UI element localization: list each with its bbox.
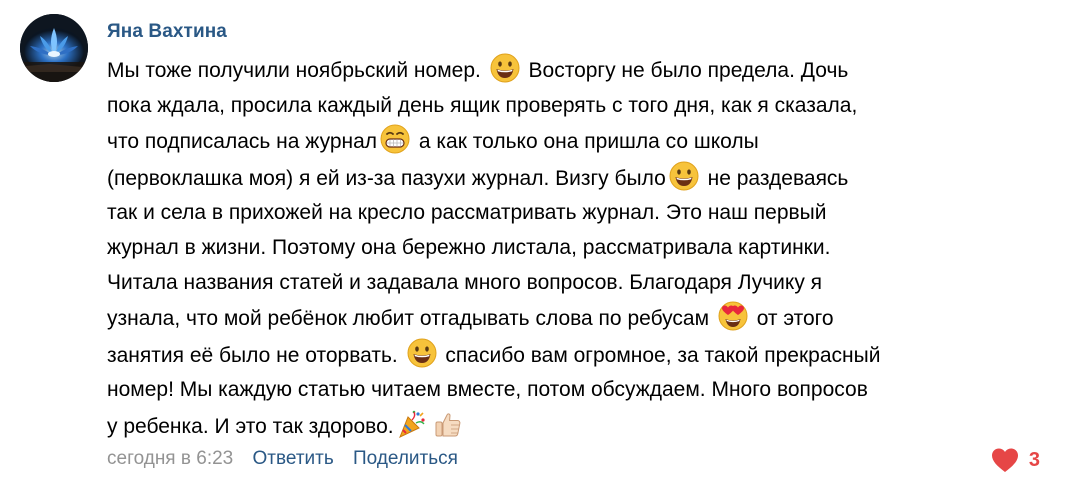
comment-text-segment: так и села в прихожей на кресло рассматр… xyxy=(107,201,827,225)
grinning-face-emoji xyxy=(406,337,438,369)
comment-text-segment: спасибо вам огромное, за такой прекрасны… xyxy=(439,343,881,367)
grinning-face-emoji xyxy=(489,52,521,84)
comment-text-line: так и села в прихожей на кресло рассматр… xyxy=(107,196,1052,231)
comment-text-segment: от этого xyxy=(750,307,834,331)
party-popper-emoji xyxy=(396,408,428,440)
comment-text-line: Читала названия статей и задавала много … xyxy=(107,266,1052,301)
comment-text-line: узнала, что мой ребёнок любит отгадывать… xyxy=(107,300,1052,337)
lotus-avatar-image xyxy=(20,14,88,82)
grinning-face-emoji xyxy=(668,160,700,192)
like-button[interactable]: 3 xyxy=(991,447,1040,473)
comment-text-line: занятия её было не оторвать. спасибо вам… xyxy=(107,337,1052,374)
comment-text-segment: не раздеваясь xyxy=(701,166,849,190)
comment-text-segment: Восторгу не было предела. Дочь xyxy=(522,59,849,82)
comment-text-line: пока ждала, просила каждый день ящик про… xyxy=(107,89,1052,124)
comment-text-line: журнал в жизни. Поэтому она бережно лист… xyxy=(107,231,1052,266)
comment-text-segment: пока ждала, просила каждый день ящик про… xyxy=(107,93,858,117)
comment-text-segment: номер! Мы каждую статью читаем вместе, п… xyxy=(107,378,868,402)
author-name[interactable]: Яна Вахтина xyxy=(107,21,227,43)
like-count: 3 xyxy=(1028,448,1040,471)
comment-text-segment: у ребенка. И это так здорово. xyxy=(107,414,394,438)
heart-eyes-emoji xyxy=(717,300,749,332)
comment: Яна Вахтина Мы тоже получили ноябрьский … xyxy=(0,0,1078,495)
comment-footer: сегодня в 6:23 Ответить Поделиться xyxy=(107,447,458,471)
comment-date: сегодня в 6:23 xyxy=(107,448,234,469)
comment-text-line: Мы тоже получили ноябрьский номер. Восто… xyxy=(107,52,1052,89)
comment-text-segment: Мы тоже получили ноябрьский номер. xyxy=(107,59,487,82)
comment-text-line: номер! Мы каждую статью читаем вместе, п… xyxy=(107,373,1052,408)
reply-button[interactable]: Ответить xyxy=(253,448,334,469)
comment-text: Мы тоже получили ноябрьский номер. Восто… xyxy=(107,52,1052,445)
comment-text-line: у ребенка. И это так здорово. xyxy=(107,408,1052,445)
comment-text-line: что подписалась на журнал а как только о… xyxy=(107,123,1052,160)
comment-text-segment: Читала названия статей и задавала много … xyxy=(107,270,823,294)
comment-text-segment: журнал в жизни. Поэтому она бережно лист… xyxy=(107,235,831,259)
comment-text-line: (первоклашка моя) я ей из-за пазухи журн… xyxy=(107,160,1052,197)
thumbs-up-emoji xyxy=(432,408,464,440)
comment-text-segment: а как только она пришла со школы xyxy=(413,130,759,154)
comment-text-segment: (первоклашка моя) я ей из-за пазухи журн… xyxy=(107,166,666,190)
comment-text-segment: узнала, что мой ребёнок любит отгадывать… xyxy=(107,307,715,331)
heart-icon xyxy=(991,448,1018,472)
comment-text-segment: занятия её было не оторвать. xyxy=(107,343,404,367)
avatar[interactable] xyxy=(20,14,88,82)
share-button[interactable]: Поделиться xyxy=(353,448,458,469)
grinning-face-teeth-emoji xyxy=(379,123,411,155)
comment-text-segment: что подписалась на журнал xyxy=(107,130,378,154)
